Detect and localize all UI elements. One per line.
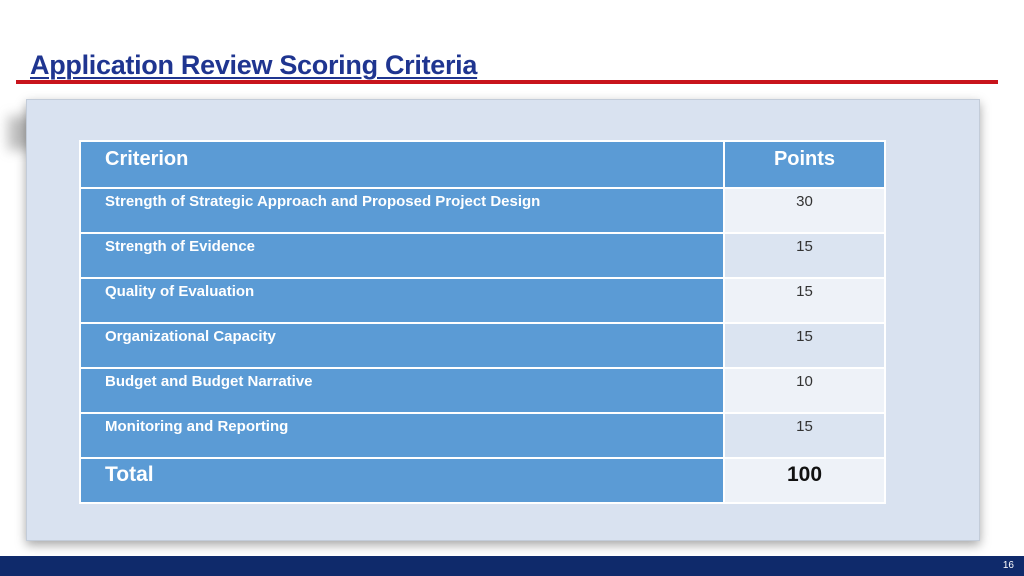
- criterion-cell: Monitoring and Reporting: [79, 412, 725, 459]
- table-row: Budget and Budget Narrative 10: [79, 367, 886, 414]
- points-cell: 15: [723, 412, 886, 459]
- total-label: Total: [79, 457, 725, 504]
- column-header-points: Points: [723, 140, 886, 189]
- scoring-criteria-table: Criterion Points Strength of Strategic A…: [79, 140, 886, 504]
- points-cell: 30: [723, 187, 886, 234]
- total-row: Total 100: [79, 457, 886, 504]
- table-row: Organizational Capacity 15: [79, 322, 886, 369]
- table-row: Strength of Strategic Approach and Propo…: [79, 187, 886, 234]
- table-header-row: Criterion Points: [79, 140, 886, 189]
- points-cell: 15: [723, 232, 886, 279]
- criterion-cell: Organizational Capacity: [79, 322, 725, 369]
- footer-bar: 16: [0, 556, 1024, 576]
- page-number: 16: [1002, 560, 1014, 571]
- criterion-cell: Budget and Budget Narrative: [79, 367, 725, 414]
- title-divider: [16, 80, 998, 84]
- criterion-cell: Strength of Evidence: [79, 232, 725, 279]
- slide-title: Application Review Scoring Criteria: [30, 50, 478, 80]
- total-points: 100: [723, 457, 886, 504]
- criterion-cell: Quality of Evaluation: [79, 277, 725, 324]
- points-cell: 10: [723, 367, 886, 414]
- table-row: Quality of Evaluation 15: [79, 277, 886, 324]
- criterion-cell: Strength of Strategic Approach and Propo…: [79, 187, 725, 234]
- table-row: Monitoring and Reporting 15: [79, 412, 886, 459]
- table-row: Strength of Evidence 15: [79, 232, 886, 279]
- points-cell: 15: [723, 277, 886, 324]
- points-cell: 15: [723, 322, 886, 369]
- column-header-criterion: Criterion: [79, 140, 725, 189]
